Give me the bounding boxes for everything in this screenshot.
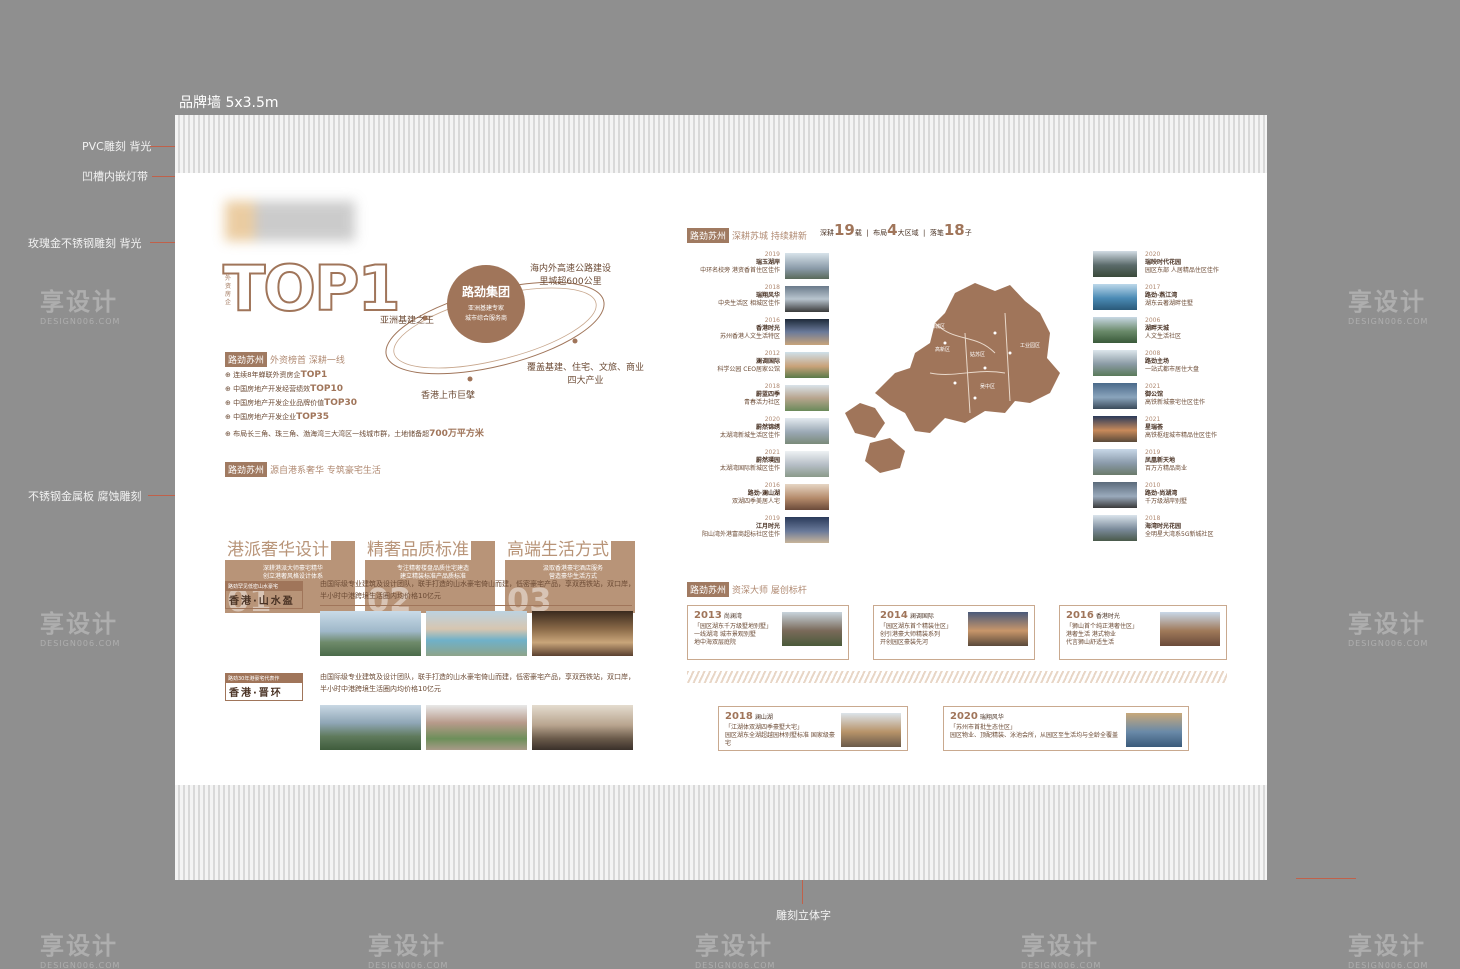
top1-title: TOP1 (222, 252, 402, 325)
award-card: 2020 瑞翔风华 「苏州市首批生态住区」 园区物业、顶配精装、泳池会所，从园区至… (943, 706, 1189, 751)
bullet-item: ⊕ 连续8年蝉联外资房企TOP1 (225, 370, 328, 380)
timeline-item: 2006 湖畔天城 人文生活社区 (1145, 317, 1182, 340)
project-thumbnail (785, 352, 829, 378)
section-header: 路劲苏州 外资榜首 深耕一线 (225, 348, 345, 367)
timeline-item: 2021 星瑞荟 高铁枢纽城市精品住区佳作 (1145, 416, 1218, 439)
svg-text:相城区: 相城区 (930, 323, 945, 330)
project-photo (320, 705, 421, 750)
annotation-carved: 雕刻立体字 (776, 909, 831, 922)
timeline-item: 2019 瑞玉湖岸 中环名校旁 港资香首住区佳作 (700, 251, 780, 274)
orbit-label-right: 覆盖基建、住宅、文旅、商业 四大产业 (527, 363, 645, 386)
suzhou-map: 相城区 工业园区 姑苏区 高新区 吴中区 (845, 283, 1060, 473)
top1-side-label: 外资房企 (225, 275, 232, 306)
annotation-groove: 凹槽内嵌灯带 (82, 170, 148, 183)
section-header: 路劲苏州 源自港系奢华 专筑豪宅生活 (225, 458, 381, 477)
project-thumbnail (785, 451, 829, 477)
project-thumbnail (785, 418, 829, 444)
project-thumbnail (785, 319, 829, 345)
award-card: 2018 澜山湖 「江湖体双湖四季豪墅大宅」 园区湖东全湖超越园林别墅标准 国家级… (718, 706, 908, 751)
timeline-item: 2019 凤凰新天地 百万方精品商业 (1145, 449, 1188, 472)
annotation-line (1296, 878, 1356, 879)
bullet-item: ⊕ 布局长三角、珠三角、渤海湾三大湾区一线城市群，土地储备超700万平方米 (225, 429, 484, 439)
project-photo (426, 611, 527, 656)
main-panel: TOP1 外资房企 路劲集团 亚洲基建专家 城市综合服务商 亚洲基建之王 海内外… (175, 173, 1267, 785)
award-card: 2016 香港时光 「狮山首个纯正港奢住区」 港奢生活 港式物业 代言狮山舒适生活 (1059, 605, 1227, 660)
timeline-item: 2012 澜调国际 科学公园 CEO居家公馆 (717, 350, 780, 373)
svg-text:姑苏区: 姑苏区 (970, 351, 985, 358)
project-thumbnail (785, 253, 829, 279)
section-header: 路劲苏州 深耕苏城 持续耕新 (687, 224, 807, 243)
timeline-item: 2018 蔚蓝四季 青春活力社区 (743, 383, 780, 406)
timeline-item: 2008 路劲主场 一站式都市居住大盘 (1145, 350, 1200, 373)
stats-row: 深耕19载 | 布局4大区域 | 落笔18子 (820, 221, 972, 239)
award-card: 2014 澜调国际 「园区湖东首个精装住区」 创引港豪大师精装系列 开创园区豪装先… (873, 605, 1035, 660)
project-tag: 路劲30年港豪宅代表作 香港·晋环 (225, 673, 303, 701)
timeline-item: 2016 香港时光 苏州香港人文生活特区 (719, 317, 780, 340)
project-thumbnail (785, 385, 829, 411)
group-circle: 路劲集团 亚洲基建专家 城市综合服务商 (447, 265, 525, 343)
timeline-band (687, 671, 1227, 683)
brand-wall: TOP1 外资房企 路劲集团 亚洲基建专家 城市综合服务商 亚洲基建之王 海内外… (175, 115, 1267, 880)
timeline-item: 2021 蔚然璞园 太湖湾国际新城区佳作 (719, 449, 780, 472)
feature-card: 精奢品质标准 专注精奢楼盘品质住宅建造 建立精装标准产品质标准 02 (365, 535, 495, 619)
watermark: 享设计 DESIGN006.COM (1348, 288, 1429, 326)
project-photo (532, 611, 633, 656)
project-thumbnail (1093, 251, 1137, 277)
project-tag: 路劲罕见低密山水豪宅 香港·山水盈 (225, 581, 303, 609)
project-thumbnail (1093, 416, 1137, 442)
timeline-item: 2010 路劲·尚湖湾 千万级湖岸别墅 (1145, 482, 1188, 505)
watermark: 享设计 DESIGN006.COM (695, 932, 776, 969)
svg-text:吴中区: 吴中区 (980, 383, 995, 390)
timeline-item: 2018 瑞翔风华 中央生活区 相城区佳作 (718, 284, 780, 307)
annotation-steel: 不锈钢金属板 腐蚀雕刻 (28, 490, 142, 503)
watermark: 享设计 DESIGN006.COM (368, 932, 449, 969)
timeline-item: 2021 御公馆 高铁新城豪宅住区佳作 (1145, 383, 1206, 406)
project-thumbnail (1093, 350, 1137, 376)
pvc-strip-top (175, 115, 1267, 173)
svg-text:工业园区: 工业园区 (1020, 342, 1040, 349)
project-desc: 由国际级专业建筑及设计团队，联手打造的山水豪宅倚山而建，低密豪宅产品，享双西铁站… (320, 580, 635, 600)
timeline-item: 2018 海湾时光花园 全明星大湾系5G新城社区 (1145, 515, 1214, 538)
watermark: 享设计 DESIGN006.COM (40, 610, 121, 648)
watermark: 享设计 DESIGN006.COM (1348, 610, 1429, 648)
project-photo (426, 705, 527, 750)
annotation-rosegold: 玫瑰金不锈钢雕刻 背光 (28, 237, 142, 250)
project-thumbnail (1093, 482, 1137, 508)
bullet-item: ⊕ 中国房地产开发经营绩效TOP10 (225, 384, 344, 394)
project-thumbnail (1093, 284, 1137, 310)
award-card: 2013 尚澜湾 「园区湖东千万级墅地别墅」 一线湖湾 城市景观别墅 地中海双层庭… (687, 605, 849, 660)
wall-title: 品牌墙 5x3.5m (179, 95, 279, 111)
orbit-label-bottom: 香港上市巨擘 (421, 391, 476, 401)
section-header: 路劲苏州 资深大师 屡创标杆 (687, 578, 807, 597)
divider (320, 605, 632, 606)
orbit-label-left: 亚洲基建之王 (380, 316, 435, 326)
pvc-strip-bottom (175, 785, 1267, 880)
project-photo (320, 611, 421, 656)
timeline-item: 2020 瑞映时代花园 园区东部 人居精品住区佳作 (1145, 251, 1219, 274)
project-thumbnail (785, 517, 829, 543)
project-photo (532, 705, 633, 750)
brand-logo (225, 201, 355, 241)
project-thumbnail (1093, 383, 1137, 409)
watermark: 享设计 DESIGN006.COM (1021, 932, 1102, 969)
project-thumbnail (785, 484, 829, 510)
timeline-item: 2019 江月时光 阳山湾外港富商超标社区佳作 (701, 515, 780, 538)
timeline-item: 2016 路劲·澜山湖 双湖四季美居人宅 (731, 482, 780, 505)
project-thumbnail (1093, 449, 1137, 475)
watermark: 享设计 DESIGN006.COM (40, 288, 121, 326)
timeline-item: 2020 蔚然锦绣 太湖湾新城生活区佳作 (719, 416, 780, 439)
project-thumbnail (785, 286, 829, 312)
annotation-pvc: PVC雕刻 背光 (82, 140, 152, 153)
timeline-item: 2017 路劲·燕江湾 湖东云著湖畔佳墅 (1145, 284, 1194, 307)
project-thumbnail (1093, 515, 1137, 541)
watermark: 享设计 DESIGN006.COM (1348, 932, 1429, 969)
feature-card: 高端生活方式 汲取香港豪宅酒店服务 营造豪华生活方式 03 (505, 535, 635, 619)
project-thumbnail (1093, 317, 1137, 343)
watermark: 享设计 DESIGN006.COM (40, 932, 121, 969)
svg-text:高新区: 高新区 (935, 346, 950, 353)
bullet-item: ⊕ 中国房地产开发企业品牌价值TOP30 (225, 398, 358, 408)
orbit-label-top: 海内外高速公路建设 里城超600公里 (530, 264, 612, 287)
project-desc: 由国际级专业建筑及设计团队，联手打造的山水豪宅倚山而建，低密豪宅产品，享双西铁站… (320, 673, 635, 693)
bullet-item: ⊕ 中国房地产开发企业TOP35 (225, 412, 330, 422)
